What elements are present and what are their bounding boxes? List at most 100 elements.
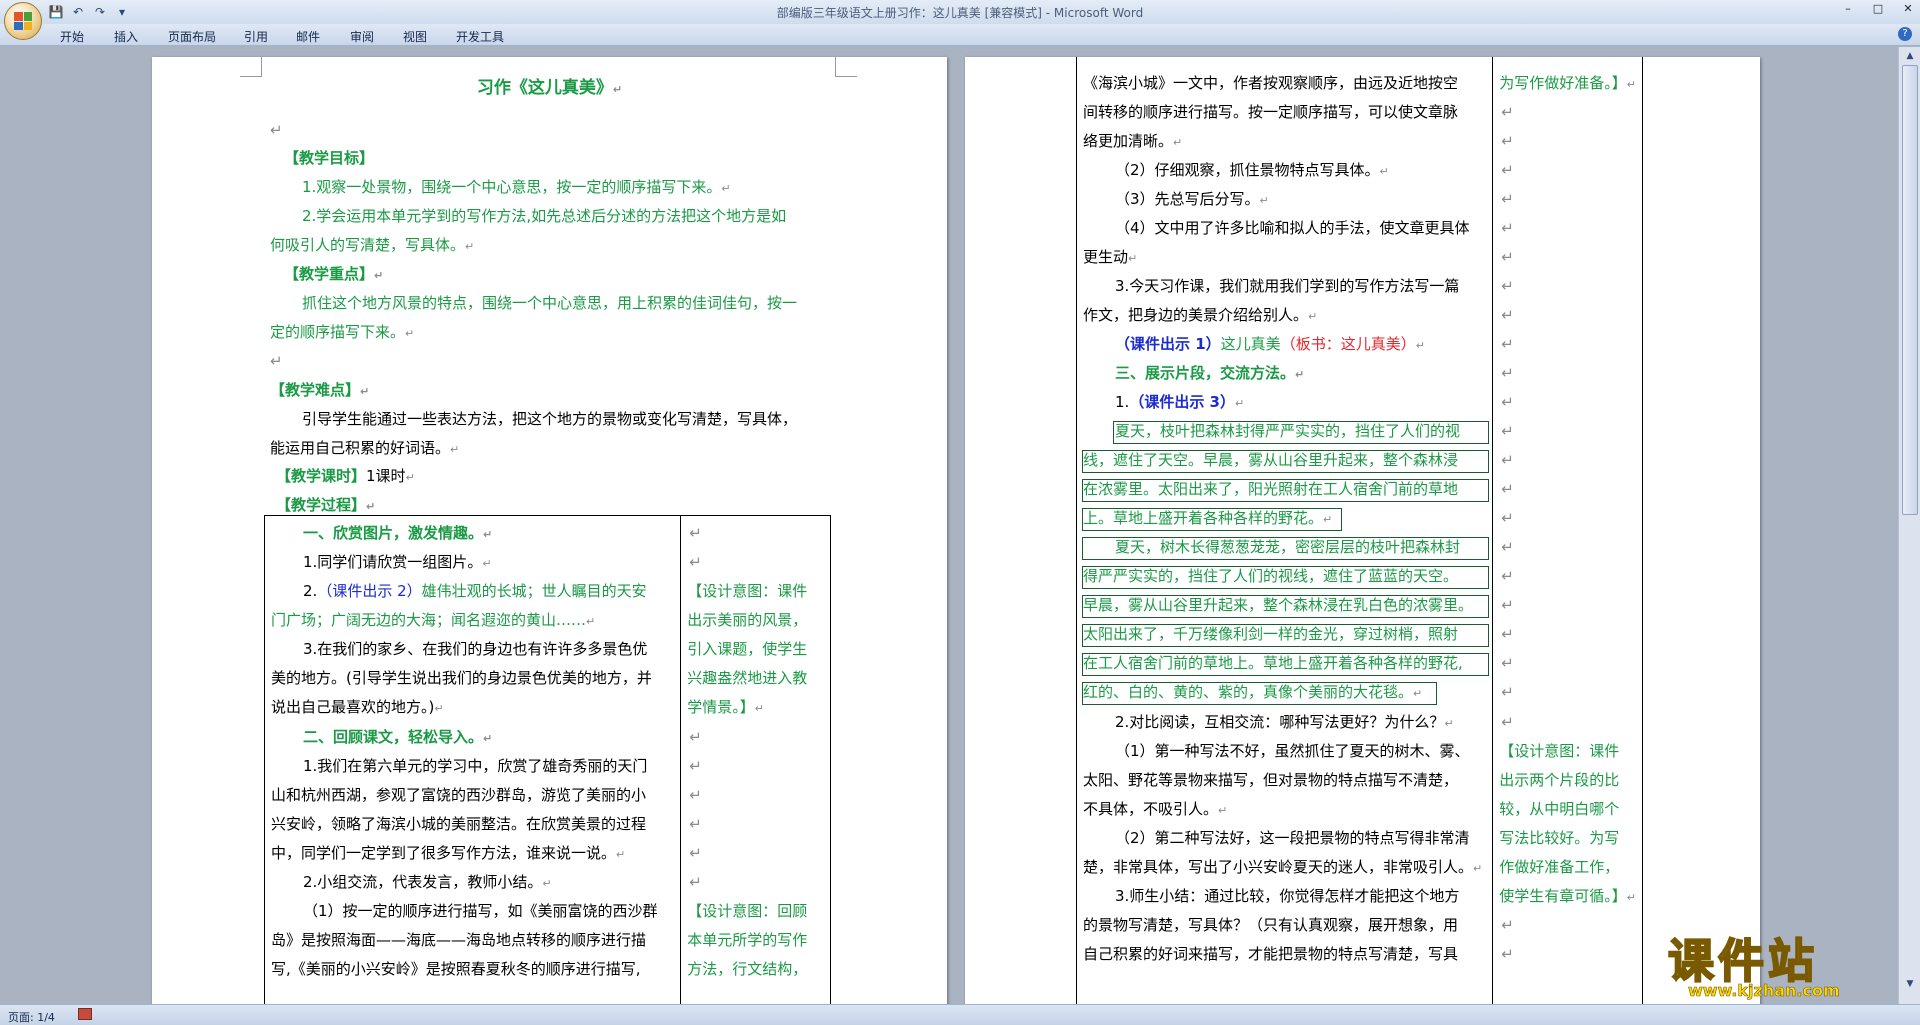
design-note-line[interactable]: 本单元所学的写作: [687, 929, 807, 951]
text-line[interactable]: 2.小组交流，代表发言，教师小结。↵: [303, 871, 552, 895]
text-line[interactable]: 楚，非常具体，写出了小兴安岭夏天的迷人，非常吸引人。↵: [1083, 856, 1482, 880]
design-note-line[interactable]: 引入课题，使学生: [687, 638, 807, 660]
design-note-line[interactable]: 方法，行文结构，: [687, 958, 807, 980]
text-line[interactable]: 【教学课时】1课时↵: [276, 465, 415, 489]
fragment-line[interactable]: 红的、白的、黄的、紫的，真像个美丽的大花毯。↵: [1083, 681, 1422, 705]
fragment-line[interactable]: 在工人宿舍门前的草地上。草地上盛开着各种各样的野花,: [1083, 652, 1463, 674]
tab-mailings[interactable]: 邮件: [296, 28, 320, 45]
text-line[interactable]: （1）按一定的顺序进行描写，如《美丽富饶的西沙群: [303, 900, 658, 922]
office-button[interactable]: [4, 2, 42, 40]
text-line[interactable]: 2.（课件出示 2）雄伟壮观的长城；世人瞩目的天安: [303, 580, 647, 602]
section-heading[interactable]: 【教学目标】: [284, 147, 374, 169]
text-line[interactable]: 山和杭州西湖，参观了富饶的西沙群岛，游览了美丽的小: [271, 784, 646, 806]
design-note-line[interactable]: 为写作做好准备。】↵: [1499, 72, 1636, 96]
document-title[interactable]: 习作《这儿真美》↵: [152, 73, 947, 98]
text-line[interactable]: 兴安岭，领略了海滨小城的美丽整洁。在欣赏美景的过程: [271, 813, 646, 835]
fragment-line[interactable]: 在浓雾里。太阳出来了，阳光照射在工人宿舍门前的草地: [1083, 478, 1458, 500]
design-note-line[interactable]: 作做好准备工作，: [1499, 856, 1619, 878]
design-note-line[interactable]: 兴趣盎然地进入教: [687, 667, 807, 689]
fragment-line[interactable]: 夏天，树木长得葱葱茏茏，密密层层的枝叶把森林封: [1115, 536, 1460, 558]
text-line[interactable]: 不具体，不吸引人。↵: [1083, 798, 1227, 822]
design-note-line[interactable]: 使学生有章可循。】↵: [1499, 885, 1636, 909]
text-line[interactable]: （2）第二种写法好，这一段把景物的特点写得非常清: [1115, 827, 1470, 849]
text-line[interactable]: 1.观察一处景物，围绕一个中心意思，按一定的顺序描写下来。↵: [302, 176, 731, 200]
design-note-line[interactable]: 学情景。】↵: [687, 696, 764, 720]
text-line[interactable]: （1）第一种写法不好，虽然抓住了夏天的树木、雾、: [1115, 740, 1470, 762]
page-count[interactable]: 页面: 1/4: [8, 1009, 55, 1025]
text-line[interactable]: 络更加清晰。↵: [1083, 130, 1182, 154]
fragment-line[interactable]: 得严严实实的，挡住了人们的视线，遮住了蓝蓝的天空。: [1083, 565, 1458, 587]
design-note-line[interactable]: 出示美丽的风景，: [687, 609, 807, 631]
tab-page-layout[interactable]: 页面布局: [168, 28, 216, 45]
design-note-line[interactable]: 【设计意图：课件: [1499, 740, 1619, 762]
text-line[interactable]: （3）先总写后分写。↵: [1115, 188, 1269, 212]
section-heading[interactable]: 【教学难点】↵: [270, 379, 369, 403]
scroll-up-icon[interactable]: ▲: [1902, 49, 1918, 63]
fragment-line[interactable]: 太阳出来了，千万缕像利剑一样的金光，穿过树梢，照射: [1083, 623, 1458, 645]
text-line[interactable]: 2.学会运用本单元学到的写作方法,如先总述后分述的方法把这个地方是如: [302, 205, 786, 227]
design-note-line[interactable]: 较，从中明白哪个: [1499, 798, 1619, 820]
minimize-button[interactable]: –: [1840, 2, 1856, 15]
text-line[interactable]: 能运用自己积累的好词语。↵: [270, 437, 459, 461]
design-note-line[interactable]: 出示两个片段的比: [1499, 769, 1619, 791]
text-line[interactable]: 岛》是按照海面——海底——海岛地点转移的顺序进行描: [271, 929, 646, 951]
text-line[interactable]: 《海滨小城》一文中，作者按观察顺序，由远及近地按空: [1083, 72, 1458, 94]
tab-insert[interactable]: 插入: [114, 28, 138, 45]
text-line[interactable]: 更生动↵: [1083, 246, 1137, 270]
paragraph-mark: ↵: [1501, 393, 1514, 411]
design-note-line[interactable]: 【设计意图：课件: [687, 580, 807, 602]
text-line[interactable]: 3.今天习作课，我们就用我们学到的写作方法写一篇: [1115, 275, 1459, 297]
fragment-line[interactable]: 线，遮住了天空。早晨，雾从山谷里升起来，整个森林浸: [1083, 449, 1458, 471]
fragment-line[interactable]: 上。草地上盛开着各种各样的野花。↵: [1083, 507, 1332, 531]
text-line[interactable]: 门广场；广阔无边的大海；闻名遐迩的黄山……↵: [271, 609, 595, 633]
paragraph-mark: ↵: [689, 553, 702, 571]
text-line[interactable]: 2.对比阅读，互相交流：哪种写法更好？为什么？↵: [1115, 711, 1454, 735]
proofing-icon[interactable]: [78, 1008, 92, 1020]
text-line[interactable]: 1.我们在第六单元的学习中，欣赏了雄奇秀丽的天门: [303, 755, 647, 777]
design-note-line[interactable]: 【设计意图：回顾: [687, 900, 807, 922]
maximize-button[interactable]: □: [1870, 2, 1886, 15]
text-line[interactable]: （课件出示 1）这儿真美（板书：这儿真美）↵: [1115, 333, 1425, 357]
text-line[interactable]: 间转移的顺序进行描写。按一定顺序描写，可以使文章脉: [1083, 101, 1458, 123]
fragment-line[interactable]: 早晨，雾从山谷里升起来，整个森林浸在乳白色的浓雾里。: [1083, 594, 1473, 616]
table-cell-notes[interactable]: ↵ ↵ 【设计意图：课件 出示美丽的风景， 引入课题，使学生 兴趣盎然地进入教 …: [680, 515, 831, 1004]
text-line[interactable]: 太阳、野花等景物来描写，但对景物的特点描写不清楚，: [1083, 769, 1458, 791]
tab-review[interactable]: 审阅: [350, 28, 374, 45]
text-line[interactable]: 写,《美丽的小兴安岭》是按照春夏秋冬的顺序进行描写,: [271, 958, 641, 980]
table-cell-content[interactable]: 《海滨小城》一文中，作者按观察顺序，由远及近地按空 间转移的顺序进行描写。按一定…: [1075, 57, 1494, 1004]
text-line[interactable]: 抓住这个地方风景的特点，围绕一个中心意思，用上积累的佳词佳句，按一: [302, 292, 797, 314]
close-button[interactable]: ✕: [1900, 2, 1916, 15]
paragraph-mark: ↵: [689, 786, 702, 804]
table-cell-content[interactable]: 一、欣赏图片，激发情趣。↵ 1.同学们请欣赏一组图片。↵ 2.（课件出示 2）雄…: [263, 515, 682, 1004]
text-line[interactable]: 3.在我们的家乡、在我们的身边也有许许多多景色优: [303, 638, 647, 660]
text-line[interactable]: 何吸引人的写清楚，写具体。↵: [270, 234, 474, 258]
scroll-thumb[interactable]: [1902, 65, 1918, 515]
text-line[interactable]: 3.师生小结：通过比较，你觉得怎样才能把这个地方: [1115, 885, 1459, 907]
fragment-line[interactable]: 夏天，枝叶把森林封得严严实实的，挡住了人们的视: [1115, 420, 1460, 442]
text-line[interactable]: 1.同学们请欣赏一组图片。↵: [303, 551, 492, 575]
table-cell-notes[interactable]: 为写作做好准备。】↵ ↵ ↵ ↵ ↵ ↵ ↵ ↵ ↵ ↵ ↵ ↵ ↵ ↵ ↵ ↵…: [1492, 57, 1643, 1004]
vertical-scrollbar[interactable]: ▲ ▼: [1898, 47, 1920, 1004]
text-line[interactable]: 引导学生能通过一些表达方法，把这个地方的景物或变化写清楚，写具体，: [302, 408, 797, 430]
text-line[interactable]: 1.（课件出示 3）↵: [1115, 391, 1244, 415]
text-line[interactable]: （2）仔细观察，抓住景物特点写具体。↵: [1115, 159, 1389, 183]
section-heading[interactable]: 【教学重点】↵: [284, 263, 383, 287]
text-line[interactable]: 美的地方。(引导学生说出我们的身边景色优美的地方，并: [271, 667, 652, 689]
section-heading[interactable]: 一、欣赏图片，激发情趣。↵: [303, 522, 492, 546]
section-heading[interactable]: 三、展示片段，交流方法。↵: [1115, 362, 1304, 386]
design-note-line[interactable]: 写法比较好。为写: [1499, 827, 1619, 849]
tab-view[interactable]: 视图: [403, 28, 427, 45]
paragraph-mark: ↵: [1501, 306, 1514, 324]
text-line[interactable]: （4）文中用了许多比喻和拟人的手法，使文章更具体: [1115, 217, 1470, 239]
help-icon[interactable]: ?: [1898, 27, 1912, 41]
tab-developer[interactable]: 开发工具: [456, 28, 504, 45]
text-line[interactable]: 定的顺序描写下来。↵: [270, 321, 414, 345]
tab-home[interactable]: 开始: [60, 28, 84, 45]
tab-references[interactable]: 引用: [244, 28, 268, 45]
text-line[interactable]: 自己积累的好词来描写，才能把景物的特点写清楚，写具: [1083, 943, 1458, 965]
section-heading[interactable]: 二、回顾课文，轻松导入。↵: [303, 726, 492, 750]
text-line[interactable]: 说出自己最喜欢的地方。)↵: [271, 696, 444, 720]
text-line[interactable]: 中，同学们一定学到了很多写作方法，谁来说一说。↵: [271, 842, 625, 866]
text-line[interactable]: 的景物写清楚，写具体？（只有认真观察，展开想象，用: [1083, 914, 1458, 936]
text-line[interactable]: 作文，把身边的美景介绍给别人。↵: [1083, 304, 1317, 328]
